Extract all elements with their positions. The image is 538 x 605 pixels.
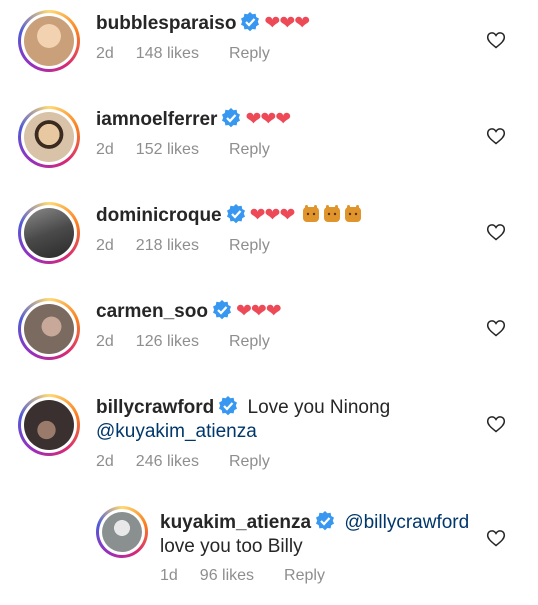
likes-count[interactable]: 218 likes [136,237,199,255]
verified-badge-icon [212,300,231,320]
likes-count[interactable]: 152 likes [136,141,199,159]
comment-age: 1d [160,567,178,584]
comment-item: dominicroque ❤❤❤ 2d 218 likes Reply [0,192,538,288]
username[interactable]: bubblesparaiso [96,13,236,34]
comment-item: iamnoelferrer ❤❤❤ 2d 152 likes Reply [0,96,538,192]
comment-item: carmen_soo ❤❤❤ 2d 126 likes Reply [0,288,538,384]
comment-meta: 1d 96 likes Reply [160,567,325,585]
avatar-image [24,16,74,66]
like-heart-icon[interactable] [486,414,506,434]
like-heart-icon[interactable] [486,222,506,242]
raised-hands-icon [323,205,340,222]
verified-badge-icon [241,12,260,32]
raised-hands-icon [344,205,361,222]
likes-count[interactable]: 96 likes [200,567,254,585]
comment-meta: 2d 148 likes Reply [96,45,270,63]
heart-emojis: ❤❤❤ [245,109,291,130]
avatar-image [24,400,74,450]
comment-item: bubblesparaiso ❤❤❤ 2d 148 likes Reply [0,0,538,96]
comment-age: 2d [96,237,114,254]
heart-emojis: ❤❤❤ [235,301,282,322]
username[interactable]: carmen_soo [96,301,208,322]
comment-age: 2d [96,45,114,62]
reply-button[interactable]: Reply [229,237,270,255]
verified-badge-icon [219,396,238,416]
likes-count[interactable]: 148 likes [136,45,199,63]
heart-emojis: ❤❤❤ [249,205,296,226]
avatar-image [24,208,74,258]
username[interactable]: dominicroque [96,205,222,226]
comment-age: 2d [96,453,114,470]
avatar-image [24,304,74,354]
comment-meta: 2d 218 likes Reply [96,237,270,255]
verified-badge-icon [226,204,245,224]
username[interactable]: kuyakim_atienza [160,512,311,533]
comment-age: 2d [96,141,114,158]
verified-badge-icon [316,511,335,531]
comment-meta: 2d 246 likes Reply [96,453,270,471]
reply-button[interactable]: Reply [284,567,325,585]
reply-comment-item: kuyakim_atienza @billycrawford love you … [0,494,538,605]
reply-button[interactable]: Reply [229,453,270,471]
comment-item: billycrawford Love you Ninong @kuyakim_a… [0,384,538,494]
reply-button[interactable]: Reply [229,333,270,351]
comments-screen: { "colors": { "heart": "#ed4956", "verif… [0,0,538,605]
comment-meta: 2d 152 likes Reply [96,141,270,159]
comment-age: 2d [96,333,114,350]
comment-text: Love you Ninong [247,397,391,418]
reply-button[interactable]: Reply [229,45,270,63]
comment-text: love you too Billy [160,536,303,557]
likes-count[interactable]: 246 likes [136,453,199,471]
avatar-image [102,512,142,552]
heart-emojis: ❤❤❤ [264,13,310,34]
like-heart-icon[interactable] [486,528,506,548]
reply-button[interactable]: Reply [229,141,270,159]
username[interactable]: billycrawford [96,397,214,418]
username[interactable]: iamnoelferrer [96,109,217,130]
like-heart-icon[interactable] [486,126,506,146]
raised-hands-icon [302,205,319,222]
mention-link[interactable]: @billycrawford [344,512,469,533]
verified-badge-icon [222,108,241,128]
like-heart-icon[interactable] [486,30,506,50]
avatar-image [24,112,74,162]
comment-meta: 2d 126 likes Reply [96,333,270,351]
mention-link[interactable]: @kuyakim_atienza [96,421,257,442]
like-heart-icon[interactable] [486,318,506,338]
likes-count[interactable]: 126 likes [136,333,199,351]
